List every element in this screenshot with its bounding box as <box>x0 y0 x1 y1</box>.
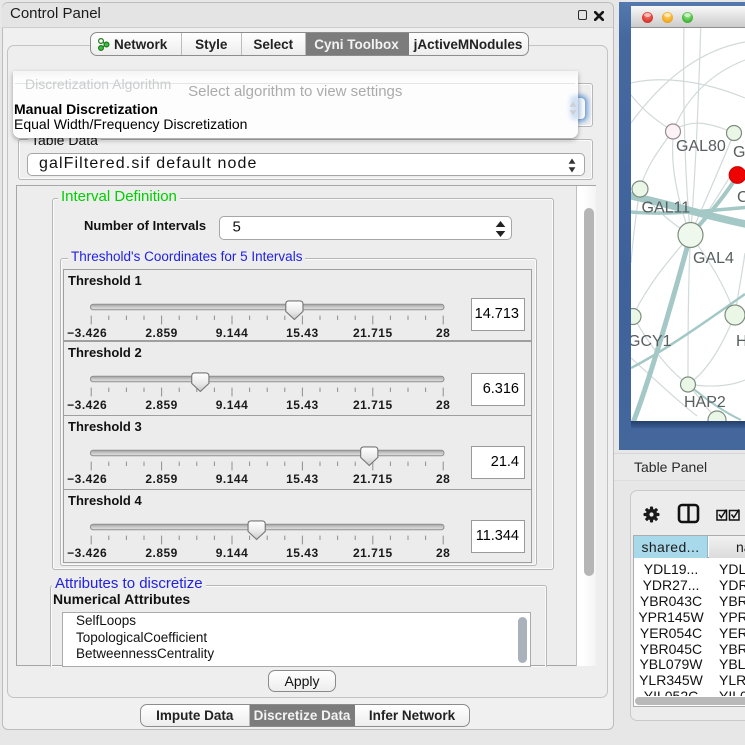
svg-text:GAL4: GAL4 <box>693 250 734 267</box>
svg-text:GAL80: GAL80 <box>676 138 726 155</box>
svg-text:GAL11: GAL11 <box>642 200 691 217</box>
svg-text:H: H <box>736 333 745 350</box>
svg-text:GA: GA <box>733 144 745 161</box>
svg-text:GCY1: GCY1 <box>631 333 672 350</box>
svg-text:HAP2: HAP2 <box>684 394 726 411</box>
svg-text:C: C <box>737 189 745 206</box>
